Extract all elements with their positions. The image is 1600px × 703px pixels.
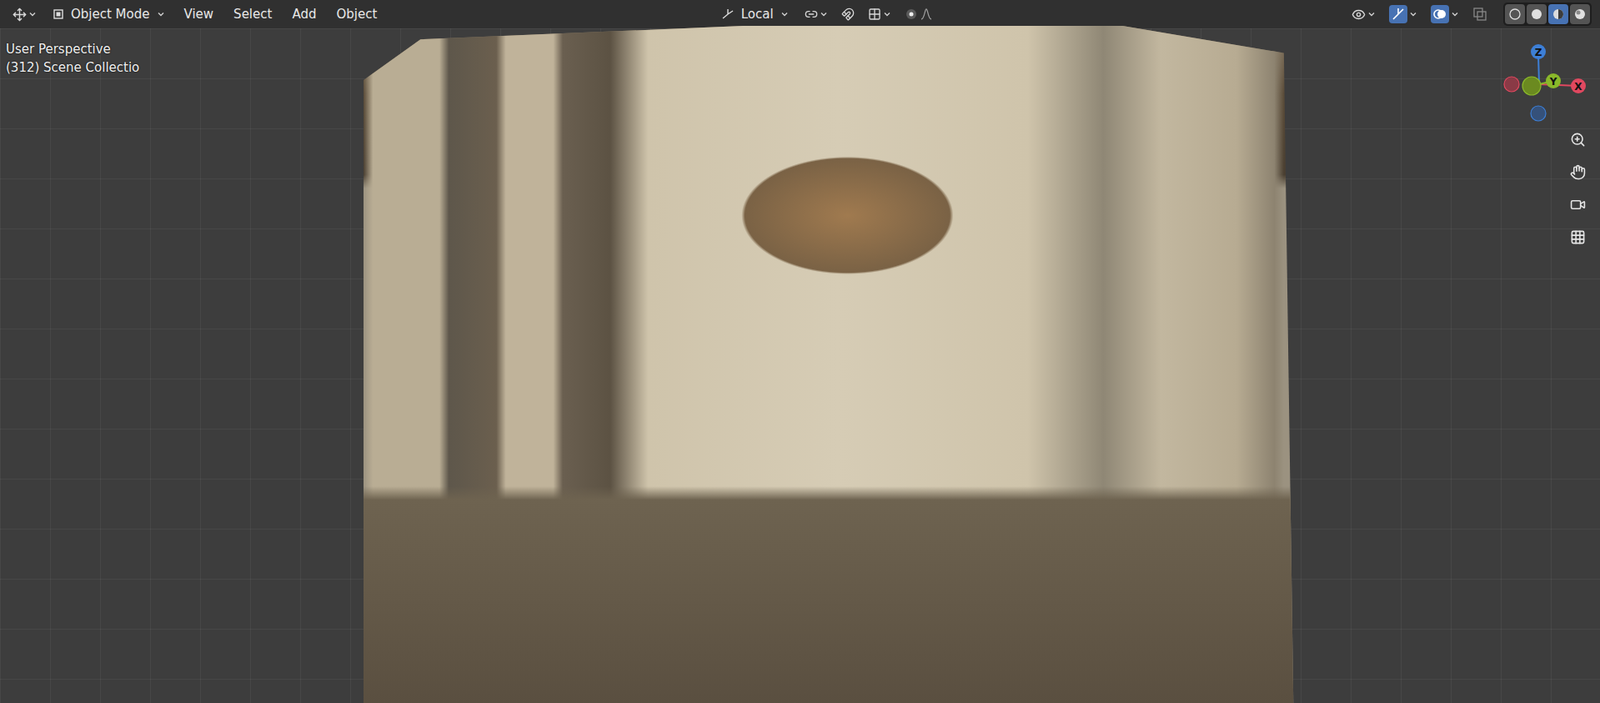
snap-target-button[interactable]	[863, 4, 896, 25]
shading-button[interactable]	[1569, 4, 1590, 25]
orientation-dropdown[interactable]: Local	[714, 2, 796, 26]
overlays-button[interactable]	[1426, 1, 1464, 27]
x-axis-icon[interactable]	[1570, 78, 1586, 94]
object-mode-icon	[52, 8, 65, 21]
shading-group	[1503, 2, 1592, 26]
neg-z-icon[interactable]	[1530, 105, 1546, 121]
pan-button[interactable]	[1564, 159, 1590, 185]
snap-grid-icon	[867, 7, 882, 21]
viewport-header: Object ModeViewSelectAddObject Local	[0, 0, 1600, 29]
view-name: User Perspective	[5, 40, 140, 59]
pivot-icon	[804, 7, 818, 21]
chevron-icon	[1367, 10, 1376, 19]
camera-view-button[interactable]	[1564, 191, 1590, 217]
collection-name: (312) Scene Collectio	[5, 58, 140, 77]
magnet-icon	[841, 7, 855, 21]
gizmo-toggle-icon	[1389, 5, 1408, 24]
falloff-icon	[919, 7, 933, 21]
menu-item[interactable]: Select	[225, 2, 280, 26]
shading-button[interactable]	[1526, 4, 1547, 25]
chevron-icon	[882, 10, 892, 19]
zoom-icon	[1569, 131, 1586, 148]
ortho-toggle-button[interactable]	[1564, 224, 1590, 250]
svg-text:Z: Z	[1534, 46, 1543, 59]
svg-text:Y: Y	[1549, 75, 1558, 88]
navigation-gizmo[interactable]: Z Y X	[1499, 38, 1592, 131]
material-shading-icon	[1551, 7, 1565, 21]
editor-type-icon	[12, 7, 27, 22]
editor-type-button[interactable]	[8, 4, 41, 26]
shading-button[interactable]	[1504, 4, 1525, 25]
y-axis-icon[interactable]	[1545, 73, 1561, 89]
mode-dropdown[interactable]: Object Mode	[45, 2, 172, 26]
shading-button[interactable]	[1548, 4, 1569, 25]
menu-item[interactable]: Add	[284, 2, 324, 26]
scene-render	[363, 25, 1313, 703]
z-axis-icon[interactable]	[1530, 44, 1546, 60]
svg-text:X: X	[1574, 80, 1583, 93]
chevron-icon	[1450, 10, 1460, 19]
xray-button[interactable]	[1468, 3, 1492, 26]
solid-shading-icon	[1529, 7, 1544, 21]
eye-icon	[1351, 7, 1366, 22]
overlays-icon	[1430, 5, 1450, 24]
chevron-icon	[156, 10, 166, 19]
hand-icon	[1569, 164, 1586, 181]
pivot-button[interactable]	[800, 4, 833, 25]
chevron-icon	[819, 10, 828, 19]
blender-window: Object ModeViewSelectAddObjectLocalUser …	[0, 0, 1600, 703]
camera-icon	[1569, 196, 1586, 213]
menu-item[interactable]: View	[176, 2, 222, 26]
neg-y-icon[interactable]	[1522, 76, 1541, 96]
chevron-icon	[28, 10, 37, 19]
proportional-icon	[904, 7, 918, 21]
visibility-button[interactable]	[1347, 4, 1380, 26]
chevron-icon	[1409, 10, 1418, 19]
xray-icon	[1472, 6, 1488, 22]
wireframe-shading-icon	[1508, 7, 1522, 21]
menu-item[interactable]: Object	[328, 2, 385, 26]
chevron-icon	[780, 10, 789, 19]
viewport-info: User Perspective(312) Scene Collectio	[5, 40, 140, 77]
proportional-edit-button[interactable]	[900, 4, 938, 25]
grid-icon	[1569, 229, 1586, 246]
orientation-icon	[721, 8, 735, 21]
zoom-button[interactable]	[1564, 126, 1590, 152]
3d-viewport[interactable]: User Perspective(312) Scene Collectio Z Y X	[0, 28, 1600, 703]
snap-button[interactable]	[837, 4, 859, 25]
rendered-shading-icon	[1573, 7, 1587, 21]
neg-x-icon[interactable]	[1504, 76, 1520, 92]
navigation-buttons	[1564, 126, 1590, 250]
gizmo-toggle-button[interactable]	[1384, 1, 1422, 27]
